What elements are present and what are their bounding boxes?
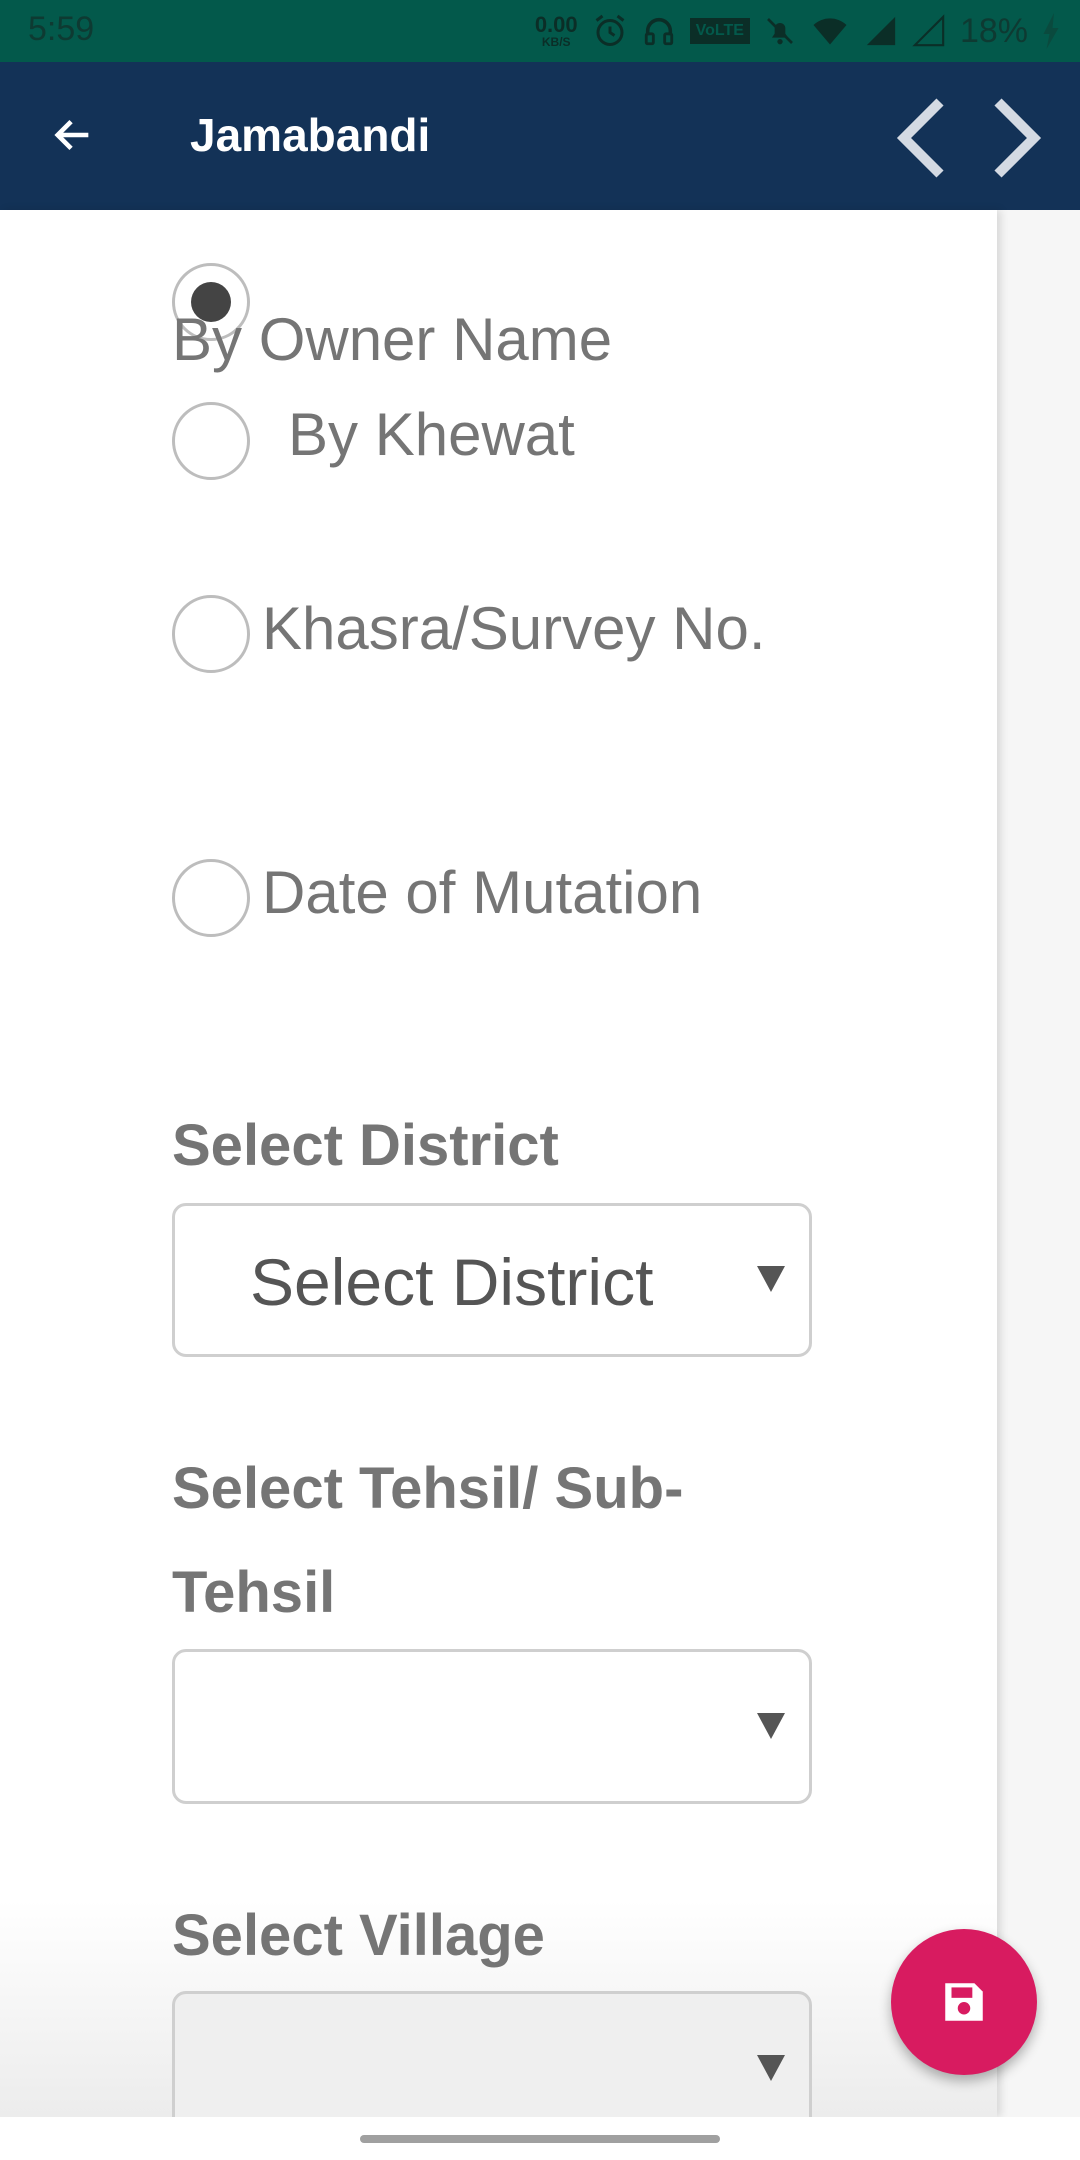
chevron-left-icon[interactable] [892, 98, 948, 178]
chevron-right-icon[interactable] [990, 98, 1046, 178]
radio-khewat-label[interactable]: By Khewat [288, 400, 575, 469]
district-select-value: Select District [250, 1245, 654, 1319]
background-strip [997, 210, 1080, 2117]
village-label: Select Village [172, 1903, 545, 1968]
dropdown-arrow-icon [757, 1712, 785, 1739]
arrow-left-icon[interactable] [50, 112, 96, 158]
radio-khewat[interactable] [172, 402, 250, 480]
dropdown-arrow-icon [757, 2054, 785, 2081]
net-speed-unit: KB/S [541, 35, 571, 49]
tehsil-label-line2: Tehsil [172, 1560, 336, 1625]
save-button[interactable] [891, 1929, 1037, 2075]
radio-date-of-mutation[interactable] [172, 859, 250, 937]
tehsil-select[interactable] [172, 1649, 812, 1804]
app-bar: Jamabandi [0, 62, 1080, 210]
status-bar: 5:59 0.00 KB/S VoLTE 18% [0, 0, 1080, 62]
dropdown-arrow-icon [757, 1266, 785, 1292]
signal-icon [866, 16, 896, 46]
alarm-icon [595, 14, 625, 46]
radio-date-of-mutation-label[interactable]: Date of Mutation [262, 858, 702, 927]
page-title: Jamabandi [190, 109, 431, 161]
volte-icon: VoLTE [689, 18, 750, 44]
radio-khasra-label[interactable]: Khasra/Survey No. [262, 594, 766, 663]
net-speed-value: 0.00 [534, 12, 578, 37]
status-time: 5:59 [28, 10, 95, 48]
wifi-icon [813, 18, 847, 45]
tehsil-label-line1: Select Tehsil/ Sub- [172, 1456, 684, 1521]
charging-icon [1043, 13, 1059, 49]
radio-owner-name-label[interactable]: By Owner Name [172, 305, 612, 374]
district-label: Select District [172, 1113, 559, 1178]
save-icon [945, 1983, 983, 2021]
battery-level: 18% [959, 11, 1028, 50]
net-speed: 0.00 KB/S [534, 12, 578, 49]
bell-off-icon [766, 18, 793, 45]
district-select[interactable]: Select District [172, 1203, 812, 1357]
home-indicator[interactable] [360, 2135, 720, 2143]
headphones-icon [644, 17, 673, 46]
radio-khasra[interactable] [172, 595, 250, 673]
status-icons: 0.00 KB/S VoLTE 18% [535, 8, 1060, 54]
signal-empty-icon [912, 14, 945, 47]
